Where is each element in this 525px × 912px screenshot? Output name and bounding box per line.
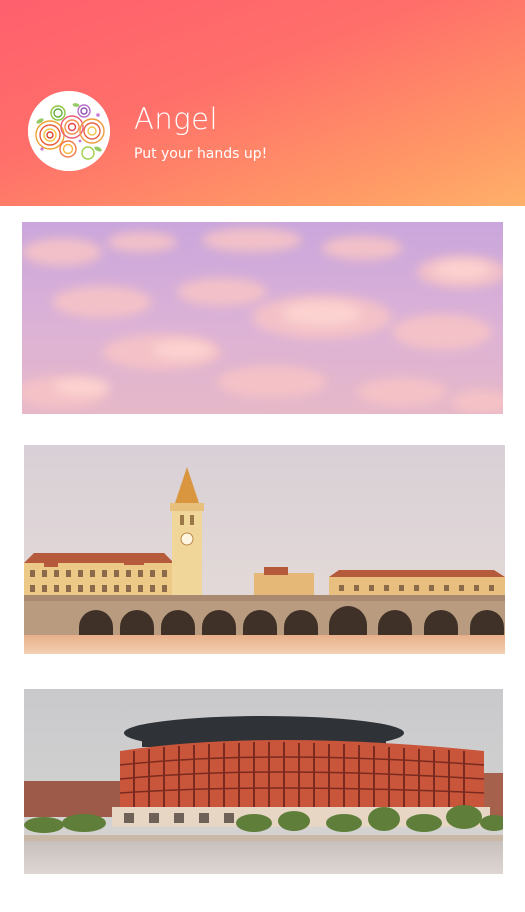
profile-name: Angel <box>134 102 219 136</box>
colorful-rose-swirls-icon <box>28 91 110 171</box>
sky-photo-card[interactable] <box>22 222 503 414</box>
clock-tower-photo <box>24 445 505 654</box>
clock-tower-photo-card[interactable] <box>24 445 505 654</box>
profile-header: Angel Put your hands up! <box>0 0 525 206</box>
arena-photo-card[interactable] <box>24 689 503 874</box>
sky-photo <box>22 222 503 414</box>
avatar[interactable] <box>28 91 110 171</box>
app-screen: Angel Put your hands up! <box>0 0 525 912</box>
profile-tagline: Put your hands up! <box>134 146 268 162</box>
arena-photo <box>24 689 503 874</box>
